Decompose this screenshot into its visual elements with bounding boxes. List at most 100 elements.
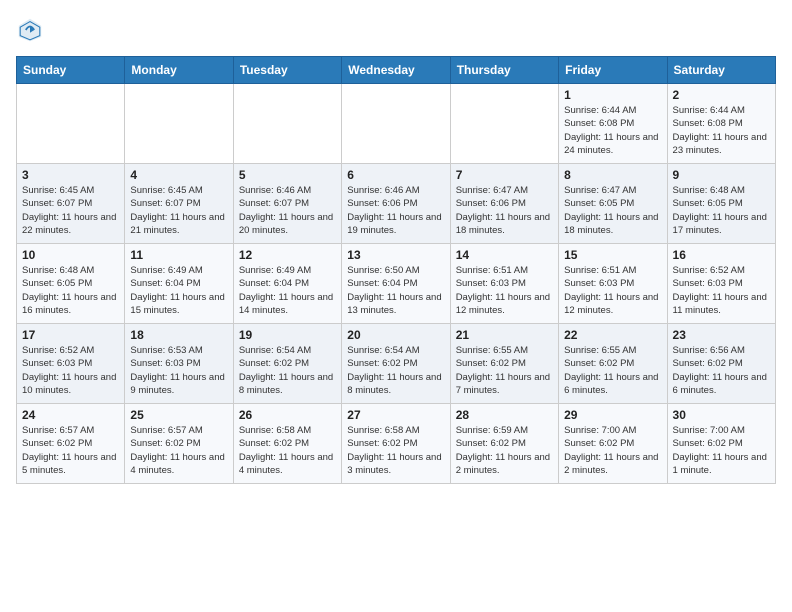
week-row-5: 24 Sunrise: 6:57 AM Sunset: 6:02 PM Dayli… bbox=[17, 404, 776, 484]
day-info: Sunrise: 6:47 AM Sunset: 6:05 PM Dayligh… bbox=[564, 184, 661, 237]
day-number: 23 bbox=[673, 328, 770, 342]
day-info: Sunrise: 6:44 AM Sunset: 6:08 PM Dayligh… bbox=[564, 104, 661, 157]
day-number: 1 bbox=[564, 88, 661, 102]
calendar-cell: 5 Sunrise: 6:46 AM Sunset: 6:07 PM Daylig… bbox=[233, 164, 341, 244]
calendar-cell: 24 Sunrise: 6:57 AM Sunset: 6:02 PM Dayli… bbox=[17, 404, 125, 484]
day-number: 17 bbox=[22, 328, 119, 342]
week-row-4: 17Sunrise: 6:52 AM Sunset: 6:03 PM Dayli… bbox=[17, 324, 776, 404]
calendar-cell: 18Sunrise: 6:53 AM Sunset: 6:03 PM Dayli… bbox=[125, 324, 233, 404]
calendar-cell: 6 Sunrise: 6:46 AM Sunset: 6:06 PM Daylig… bbox=[342, 164, 450, 244]
day-info: Sunrise: 6:46 AM Sunset: 6:06 PM Dayligh… bbox=[347, 184, 444, 237]
day-number: 12 bbox=[239, 248, 336, 262]
calendar-cell: 15Sunrise: 6:51 AM Sunset: 6:03 PM Dayli… bbox=[559, 244, 667, 324]
day-number: 15 bbox=[564, 248, 661, 262]
day-info: Sunrise: 6:54 AM Sunset: 6:02 PM Dayligh… bbox=[239, 344, 336, 397]
day-number: 7 bbox=[456, 168, 553, 182]
day-info: Sunrise: 6:59 AM Sunset: 6:02 PM Dayligh… bbox=[456, 424, 553, 477]
calendar-cell: 26 Sunrise: 6:58 AM Sunset: 6:02 PM Dayli… bbox=[233, 404, 341, 484]
logo-icon bbox=[16, 16, 44, 44]
calendar-body: 1 Sunrise: 6:44 AM Sunset: 6:08 PM Daylig… bbox=[17, 84, 776, 484]
calendar-cell: 14 Sunrise: 6:51 AM Sunset: 6:03 PM Dayli… bbox=[450, 244, 558, 324]
day-number: 24 bbox=[22, 408, 119, 422]
calendar-cell: 17Sunrise: 6:52 AM Sunset: 6:03 PM Dayli… bbox=[17, 324, 125, 404]
column-header-monday: Monday bbox=[125, 57, 233, 84]
day-info: Sunrise: 6:50 AM Sunset: 6:04 PM Dayligh… bbox=[347, 264, 444, 317]
calendar-cell: 25 Sunrise: 6:57 AM Sunset: 6:02 PM Dayli… bbox=[125, 404, 233, 484]
day-info: Sunrise: 6:51 AM Sunset: 6:03 PM Dayligh… bbox=[456, 264, 553, 317]
day-number: 21 bbox=[456, 328, 553, 342]
day-number: 6 bbox=[347, 168, 444, 182]
day-number: 2 bbox=[673, 88, 770, 102]
calendar-cell: 21 Sunrise: 6:55 AM Sunset: 6:02 PM Dayli… bbox=[450, 324, 558, 404]
day-info: Sunrise: 6:48 AM Sunset: 6:05 PM Dayligh… bbox=[22, 264, 119, 317]
column-header-sunday: Sunday bbox=[17, 57, 125, 84]
day-number: 5 bbox=[239, 168, 336, 182]
calendar-cell: 1 Sunrise: 6:44 AM Sunset: 6:08 PM Daylig… bbox=[559, 84, 667, 164]
calendar-cell: 27 Sunrise: 6:58 AM Sunset: 6:02 PM Dayli… bbox=[342, 404, 450, 484]
calendar-cell bbox=[17, 84, 125, 164]
day-info: Sunrise: 6:57 AM Sunset: 6:02 PM Dayligh… bbox=[22, 424, 119, 477]
calendar-cell: 12 Sunrise: 6:49 AM Sunset: 6:04 PM Dayli… bbox=[233, 244, 341, 324]
day-info: Sunrise: 6:52 AM Sunset: 6:03 PM Dayligh… bbox=[673, 264, 770, 317]
week-row-1: 1 Sunrise: 6:44 AM Sunset: 6:08 PM Daylig… bbox=[17, 84, 776, 164]
logo bbox=[16, 16, 48, 44]
day-number: 16 bbox=[673, 248, 770, 262]
calendar-cell: 29Sunrise: 7:00 AM Sunset: 6:02 PM Dayli… bbox=[559, 404, 667, 484]
day-info: Sunrise: 6:45 AM Sunset: 6:07 PM Dayligh… bbox=[22, 184, 119, 237]
day-info: Sunrise: 6:56 AM Sunset: 6:02 PM Dayligh… bbox=[673, 344, 770, 397]
day-number: 8 bbox=[564, 168, 661, 182]
week-row-2: 3 Sunrise: 6:45 AM Sunset: 6:07 PM Daylig… bbox=[17, 164, 776, 244]
calendar-cell bbox=[342, 84, 450, 164]
day-number: 13 bbox=[347, 248, 444, 262]
day-info: Sunrise: 7:00 AM Sunset: 6:02 PM Dayligh… bbox=[673, 424, 770, 477]
calendar-cell: 11 Sunrise: 6:49 AM Sunset: 6:04 PM Dayli… bbox=[125, 244, 233, 324]
day-number: 14 bbox=[456, 248, 553, 262]
day-number: 4 bbox=[130, 168, 227, 182]
day-number: 27 bbox=[347, 408, 444, 422]
calendar-cell: 30 Sunrise: 7:00 AM Sunset: 6:02 PM Dayli… bbox=[667, 404, 775, 484]
calendar-cell: 8 Sunrise: 6:47 AM Sunset: 6:05 PM Daylig… bbox=[559, 164, 667, 244]
calendar-cell: 19 Sunrise: 6:54 AM Sunset: 6:02 PM Dayli… bbox=[233, 324, 341, 404]
calendar-cell: 28 Sunrise: 6:59 AM Sunset: 6:02 PM Dayli… bbox=[450, 404, 558, 484]
day-number: 10 bbox=[22, 248, 119, 262]
day-info: Sunrise: 6:47 AM Sunset: 6:06 PM Dayligh… bbox=[456, 184, 553, 237]
day-info: Sunrise: 6:58 AM Sunset: 6:02 PM Dayligh… bbox=[347, 424, 444, 477]
day-info: Sunrise: 6:49 AM Sunset: 6:04 PM Dayligh… bbox=[239, 264, 336, 317]
header-row: SundayMondayTuesdayWednesdayThursdayFrid… bbox=[17, 57, 776, 84]
calendar-cell: 4 Sunrise: 6:45 AM Sunset: 6:07 PM Daylig… bbox=[125, 164, 233, 244]
calendar-cell: 9 Sunrise: 6:48 AM Sunset: 6:05 PM Daylig… bbox=[667, 164, 775, 244]
day-number: 19 bbox=[239, 328, 336, 342]
calendar-cell: 7 Sunrise: 6:47 AM Sunset: 6:06 PM Daylig… bbox=[450, 164, 558, 244]
header bbox=[16, 16, 776, 44]
day-number: 3 bbox=[22, 168, 119, 182]
calendar-header: SundayMondayTuesdayWednesdayThursdayFrid… bbox=[17, 57, 776, 84]
day-info: Sunrise: 6:49 AM Sunset: 6:04 PM Dayligh… bbox=[130, 264, 227, 317]
day-info: Sunrise: 6:58 AM Sunset: 6:02 PM Dayligh… bbox=[239, 424, 336, 477]
calendar-cell: 2 Sunrise: 6:44 AM Sunset: 6:08 PM Daylig… bbox=[667, 84, 775, 164]
day-info: Sunrise: 6:46 AM Sunset: 6:07 PM Dayligh… bbox=[239, 184, 336, 237]
calendar-cell: 13 Sunrise: 6:50 AM Sunset: 6:04 PM Dayli… bbox=[342, 244, 450, 324]
calendar-cell: 3 Sunrise: 6:45 AM Sunset: 6:07 PM Daylig… bbox=[17, 164, 125, 244]
day-info: Sunrise: 6:57 AM Sunset: 6:02 PM Dayligh… bbox=[130, 424, 227, 477]
day-number: 25 bbox=[130, 408, 227, 422]
week-row-3: 10 Sunrise: 6:48 AM Sunset: 6:05 PM Dayli… bbox=[17, 244, 776, 324]
day-info: Sunrise: 6:45 AM Sunset: 6:07 PM Dayligh… bbox=[130, 184, 227, 237]
calendar-cell bbox=[450, 84, 558, 164]
day-info: Sunrise: 6:55 AM Sunset: 6:02 PM Dayligh… bbox=[456, 344, 553, 397]
calendar: SundayMondayTuesdayWednesdayThursdayFrid… bbox=[16, 56, 776, 484]
column-header-friday: Friday bbox=[559, 57, 667, 84]
column-header-thursday: Thursday bbox=[450, 57, 558, 84]
day-number: 28 bbox=[456, 408, 553, 422]
column-header-saturday: Saturday bbox=[667, 57, 775, 84]
calendar-cell bbox=[233, 84, 341, 164]
day-number: 29 bbox=[564, 408, 661, 422]
day-info: Sunrise: 6:48 AM Sunset: 6:05 PM Dayligh… bbox=[673, 184, 770, 237]
day-info: Sunrise: 6:53 AM Sunset: 6:03 PM Dayligh… bbox=[130, 344, 227, 397]
day-info: Sunrise: 6:44 AM Sunset: 6:08 PM Dayligh… bbox=[673, 104, 770, 157]
day-number: 30 bbox=[673, 408, 770, 422]
day-info: Sunrise: 6:55 AM Sunset: 6:02 PM Dayligh… bbox=[564, 344, 661, 397]
calendar-cell: 20Sunrise: 6:54 AM Sunset: 6:02 PM Dayli… bbox=[342, 324, 450, 404]
day-number: 11 bbox=[130, 248, 227, 262]
day-number: 26 bbox=[239, 408, 336, 422]
day-number: 9 bbox=[673, 168, 770, 182]
